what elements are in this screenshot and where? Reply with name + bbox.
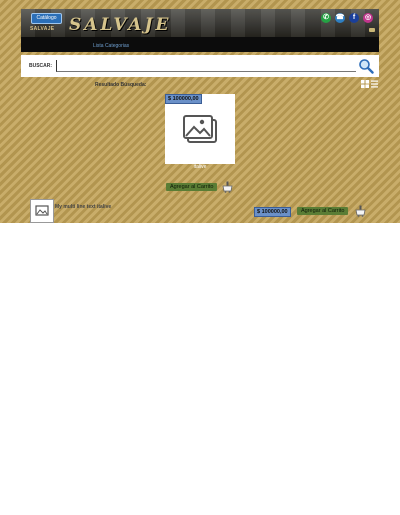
- header-banner: Catálogo SALVAJE SALVAJE ✆ ☎ f ◎ Lista C…: [21, 9, 379, 52]
- grid-view-icon[interactable]: [361, 80, 369, 88]
- product-card[interactable]: [165, 94, 235, 164]
- list-item-price-badge: $ 100000,00: [254, 207, 291, 217]
- list-add-to-cart-button[interactable]: Agregar al Carrito: [297, 207, 349, 215]
- product-price-badge: $ 100000,00: [165, 94, 202, 104]
- facebook-icon[interactable]: f: [349, 13, 359, 23]
- brand-logo-small: SALVAJE: [30, 26, 55, 32]
- search-input[interactable]: [56, 60, 356, 72]
- search-icon[interactable]: [358, 58, 374, 74]
- list-view-icon[interactable]: [371, 80, 378, 88]
- product-caption: italive: [193, 164, 207, 170]
- results-heading: Resultado Búsqueda:: [95, 82, 147, 88]
- search-label: BUSCAR:: [29, 63, 53, 69]
- catalog-button[interactable]: Catálogo: [31, 13, 62, 24]
- categories-link[interactable]: Lista Categorias: [93, 43, 129, 49]
- cart-icon[interactable]: [222, 181, 233, 193]
- brand-logo[interactable]: SALVAJE: [69, 15, 171, 35]
- instagram-icon[interactable]: ◎: [363, 13, 373, 23]
- list-item-thumbnail[interactable]: [30, 199, 54, 223]
- add-to-cart-button[interactable]: Agregar al Carrito: [166, 183, 218, 191]
- mini-cart-icon[interactable]: [369, 28, 375, 32]
- search-bar: BUSCAR:: [21, 55, 379, 77]
- list-item-title: My multi line text italive: [55, 204, 112, 210]
- image-placeholder-icon: [183, 115, 217, 143]
- cart-icon[interactable]: [355, 205, 366, 217]
- phone-icon[interactable]: ☎: [335, 13, 345, 23]
- image-placeholder-icon: [35, 205, 49, 216]
- view-toggle: [361, 80, 378, 88]
- whatsapp-icon[interactable]: ✆: [321, 13, 331, 23]
